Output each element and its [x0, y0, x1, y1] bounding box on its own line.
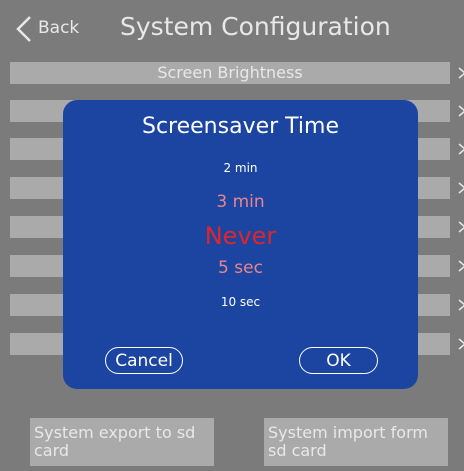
option-3-min[interactable]: 3 min: [63, 192, 418, 212]
option-5-sec[interactable]: 5 sec: [63, 258, 418, 278]
ok-button[interactable]: OK: [299, 347, 378, 374]
dialog-title: Screensaver Time: [141, 114, 339, 139]
option-never-selected[interactable]: Never: [63, 222, 418, 250]
cancel-button[interactable]: Cancel: [105, 347, 183, 374]
screensaver-dialog: Screensaver Time 2 min 3 min Never 5 sec…: [63, 100, 418, 389]
dialog-overlay: Screensaver Time 2 min 3 min Never 5 sec…: [0, 0, 464, 471]
option-10-sec[interactable]: 10 sec: [63, 295, 418, 309]
option-2-min[interactable]: 2 min: [63, 161, 418, 175]
